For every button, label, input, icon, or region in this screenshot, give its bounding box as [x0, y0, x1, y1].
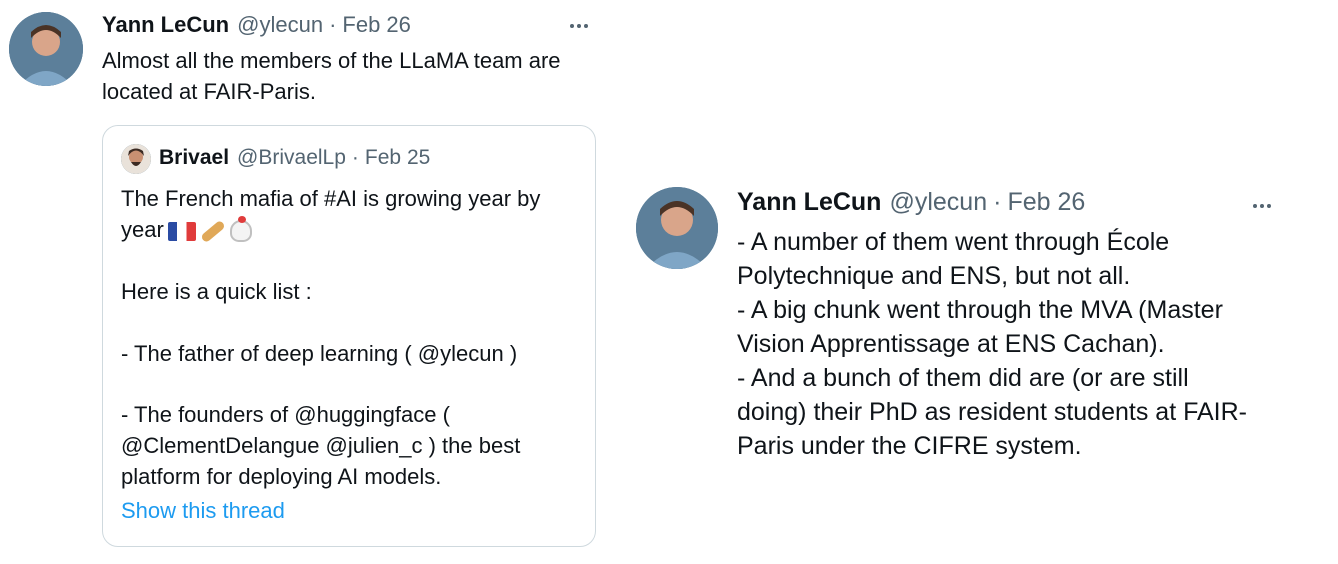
tweet-header: Yann LeCun @ylecun · Feb 26: [737, 188, 1085, 217]
tweet-text: Almost all the members of the LLaMA team…: [102, 45, 622, 107]
quoted-tweet-header: Brivael @BrivaelLp · Feb 25: [159, 146, 430, 170]
tweet-text-line: located at FAIR-Paris.: [102, 79, 316, 104]
tweet-text: - A number of them went through École Po…: [737, 225, 1297, 463]
quoted-avatar[interactable]: [121, 144, 151, 174]
author-name[interactable]: Yann LeCun: [102, 12, 229, 38]
author-handle[interactable]: @ylecun: [237, 12, 323, 38]
quoted-text-line: - The founders of @huggingface (: [121, 402, 450, 427]
tweet-text-line: - A big chunk went through the MVA (Mast…: [737, 296, 1223, 324]
avatar-image: [636, 187, 718, 269]
quoted-text-line-emoji: year: [121, 214, 252, 245]
quoted-author-name[interactable]: Brivael: [159, 146, 229, 170]
quoted-text-line: - The father of deep learning ( @ylecun …: [121, 341, 518, 366]
separator-dot: ·: [351, 146, 359, 169]
show-thread-link[interactable]: Show this thread: [121, 498, 285, 524]
tweet-screenshot-canvas: Yann LeCun @ylecun · Feb 26 Almost all t…: [0, 0, 1338, 564]
quoted-text-line: The French mafia of #AI is growing year …: [121, 186, 541, 211]
quoted-tweet-card[interactable]: Brivael @BrivaelLp · Feb 25 The French m…: [102, 125, 596, 547]
tweet-text-line: doing) their PhD as resident students at…: [737, 398, 1247, 426]
author-name[interactable]: Yann LeCun: [737, 188, 881, 217]
author-handle[interactable]: @ylecun: [889, 188, 987, 217]
tweet-text-line: Paris under the CIFRE system.: [737, 432, 1082, 460]
quoted-tweet-date[interactable]: Feb 25: [365, 146, 430, 170]
avatar-image: [9, 12, 83, 86]
tweet-text-line: Almost all the members of the LLaMA team…: [102, 48, 561, 73]
quoted-text-line: @ClementDelangue @julien_c ) the best: [121, 433, 521, 458]
baguette-icon: [199, 219, 226, 243]
tweet-date[interactable]: Feb 26: [1007, 188, 1085, 217]
avatar[interactable]: [9, 12, 83, 86]
tweet-header: Yann LeCun @ylecun · Feb 26: [102, 12, 411, 38]
tweet-text-line: - And a bunch of them did are (or are st…: [737, 364, 1189, 392]
more-options-icon[interactable]: [1253, 204, 1271, 208]
separator-dot: ·: [993, 188, 1002, 216]
tweet-text-line: Polytechnique and ENS, but not all.: [737, 262, 1131, 290]
tweet-text-line: - A number of them went through École: [737, 228, 1170, 256]
avatar[interactable]: [636, 187, 718, 269]
rooster-icon: [229, 216, 252, 243]
quoted-text-line: year: [121, 217, 164, 242]
more-options-icon[interactable]: [570, 24, 588, 28]
france-flag-icon: [167, 221, 196, 241]
separator-dot: ·: [329, 12, 337, 37]
tweet-text-line: Vision Apprentissage at ENS Cachan).: [737, 330, 1165, 358]
quoted-avatar-image: [121, 144, 151, 174]
quoted-text-line: platform for deploying AI models.: [121, 464, 442, 489]
quoted-text-line: Here is a quick list :: [121, 279, 312, 304]
quoted-author-handle[interactable]: @BrivaelLp: [237, 146, 346, 170]
tweet-date[interactable]: Feb 26: [342, 12, 411, 38]
